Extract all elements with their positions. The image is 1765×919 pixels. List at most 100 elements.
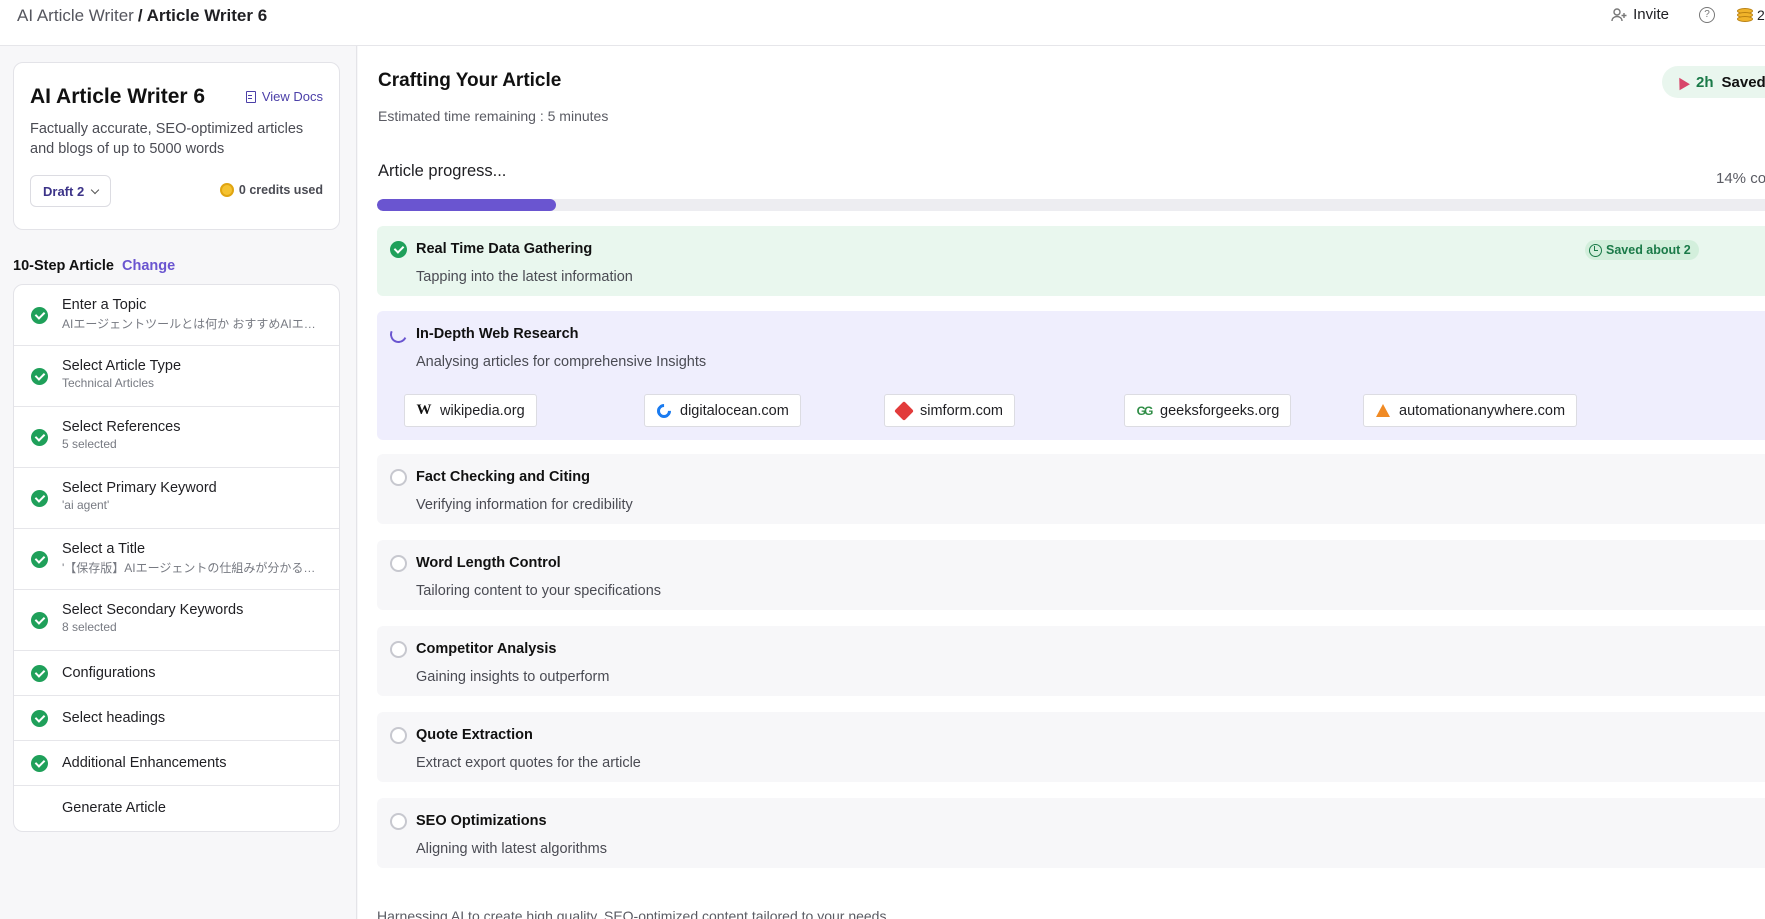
empty-circle-icon: [390, 727, 407, 744]
check-circle-icon: [31, 368, 48, 385]
task-card: Competitor Analysis Gaining insights to o…: [377, 626, 1765, 696]
step-item[interactable]: Select a Title '【保存版】AIエージェントの仕組みが分かる完全ガイ…: [14, 529, 339, 590]
step-item[interactable]: Enter a Topic AIエージェントツールとは何か おすすめAIエージェン…: [14, 285, 339, 346]
step-title: Select headings: [62, 710, 166, 726]
credits-used: 0 credits used: [219, 183, 323, 197]
draft-selector[interactable]: Draft 2: [30, 175, 112, 207]
task-subtitle: Tailoring content to your specifications: [416, 583, 662, 599]
progress-percent: 14% co: [1716, 170, 1765, 187]
source-chip[interactable]: simform.com: [884, 394, 1015, 427]
tool-description: Factually accurate, SEO-optimized articl…: [30, 121, 304, 157]
estimated-time: Estimated time remaining : 5 minutes: [378, 108, 609, 124]
step-item[interactable]: Generate Article: [14, 786, 339, 831]
automationanywhere-icon: [1375, 403, 1391, 419]
check-circle-icon: [31, 429, 48, 446]
check-circle-icon: [31, 755, 48, 772]
footer-note: Harnessing AI to create high quality, SE…: [377, 908, 887, 919]
step-subtitle: 'ai agent': [62, 498, 110, 512]
task-title: Real Time Data Gathering: [416, 241, 593, 257]
main-panel: Crafting Your Article Estimated time rem…: [358, 46, 1765, 919]
loading-spinner-icon: [387, 323, 410, 346]
breadcrumb: AI Article Writer / Article Writer 6: [17, 6, 267, 26]
chevron-down-icon: [90, 185, 100, 194]
step-item[interactable]: Configurations: [14, 651, 339, 696]
step-title: Additional Enhancements: [62, 755, 227, 771]
credits-count: 2: [1757, 6, 1765, 23]
task-card: SEO Optimizations Aligning with latest al…: [377, 798, 1765, 868]
source-name: automationanywhere.com: [1399, 402, 1566, 419]
clock-icon: [1589, 243, 1602, 257]
task-title: Fact Checking and Citing: [416, 469, 591, 485]
change-link[interactable]: Change: [122, 258, 175, 274]
check-circle-icon: [31, 307, 48, 324]
saved-tag: Saved about 2: [1585, 240, 1699, 260]
task-card: In-Depth Web Research Analysing articles …: [377, 311, 1765, 440]
page-title: Crafting Your Article: [378, 70, 562, 91]
task-card: Quote Extraction Extract export quotes fo…: [377, 712, 1765, 782]
coin-icon: [219, 183, 234, 197]
view-docs-link[interactable]: View Docs: [245, 89, 323, 104]
steps-header: 10-Step Article Change: [13, 258, 175, 274]
step-item[interactable]: Select Article Type Technical Articles: [14, 346, 339, 407]
breadcrumb-root[interactable]: AI Article Writer: [17, 6, 134, 25]
invite-button[interactable]: Invite: [1611, 6, 1669, 23]
breadcrumb-current: Article Writer 6: [146, 6, 268, 25]
progress-fill: [377, 199, 557, 211]
top-actions: Invite ? 2: [1611, 6, 1765, 23]
time-saved-value: 2h: [1696, 73, 1714, 91]
party-popper-icon: [1676, 76, 1688, 88]
step-title: Select Primary Keyword: [62, 480, 217, 496]
time-saved-label: Saved: [1721, 73, 1765, 91]
step-subtitle: '【保存版】AIエージェントの仕組みが分かる完全ガイド': [62, 561, 324, 575]
step-title: Enter a Topic: [62, 297, 147, 313]
task-card: Word Length Control Tailoring content to …: [377, 540, 1765, 610]
check-circle-icon: [31, 551, 48, 568]
saved-tag-label: Saved about 2: [1606, 243, 1691, 257]
task-title: Word Length Control: [416, 555, 561, 571]
step-item[interactable]: Additional Enhancements: [14, 741, 339, 786]
draft-label: Draft 2: [43, 183, 85, 199]
step-subtitle: Technical Articles: [62, 376, 155, 390]
source-chip[interactable]: automationanywhere.com: [1363, 394, 1578, 427]
digitalocean-icon: [654, 400, 674, 421]
invite-label: Invite: [1633, 6, 1669, 23]
step-item[interactable]: Select headings: [14, 696, 339, 741]
empty-circle-icon: [390, 555, 407, 572]
source-chip[interactable]: Wwikipedia.org: [404, 394, 537, 427]
source-chip[interactable]: GG geeksforgeeks.org: [1124, 394, 1292, 427]
time-saved-badge: 2h Saved: [1662, 66, 1765, 98]
step-item[interactable]: Select Secondary Keywords 8 selected: [14, 590, 339, 651]
step-subtitle: 5 selected: [62, 437, 117, 451]
step-title: Select Article Type: [62, 358, 182, 374]
empty-circle-icon: [390, 813, 407, 830]
step-subtitle: AIエージェントツールとは何か おすすめAIエージェントツール: [62, 317, 324, 331]
progress-bar: [377, 199, 1765, 211]
sidebar: AI Article Writer 6 View Docs Factually …: [0, 46, 357, 919]
breadcrumb-separator: /: [137, 6, 143, 25]
step-item[interactable]: Select Primary Keyword 'ai agent': [14, 468, 339, 529]
credits-used-label: 0 credits used: [238, 183, 323, 197]
step-subtitle: 8 selected: [62, 620, 117, 634]
steps-title: 10-Step Article: [13, 258, 114, 274]
task-title: SEO Optimizations: [416, 813, 547, 829]
empty-circle-icon: [390, 641, 407, 658]
progress-label: Article progress...: [378, 162, 507, 180]
credits-coins-icon: [1737, 7, 1753, 22]
geeksforgeeks-icon: GG: [1136, 403, 1154, 418]
check-circle-icon: [31, 710, 48, 727]
step-title: Configurations: [62, 665, 156, 681]
steps-list: Enter a Topic AIエージェントツールとは何か おすすめAIエージェン…: [13, 284, 340, 832]
step-title: Select a Title: [62, 541, 146, 557]
view-docs-label: View Docs: [261, 89, 323, 104]
add-user-icon: [1611, 7, 1627, 21]
task-subtitle: Tapping into the latest information: [416, 269, 633, 285]
task-subtitle: Aligning with latest algorithms: [416, 841, 608, 857]
task-subtitle: Gaining insights to outperform: [416, 669, 610, 685]
source-chip[interactable]: digitalocean.com: [644, 394, 801, 427]
check-circle-icon: [31, 490, 48, 507]
help-icon[interactable]: ?: [1699, 6, 1715, 23]
task-subtitle: Analysing articles for comprehensive Ins…: [416, 354, 707, 370]
task-card: Fact Checking and Citing Verifying inform…: [377, 454, 1765, 524]
source-name: geeksforgeeks.org: [1160, 402, 1280, 419]
step-item[interactable]: Select References 5 selected: [14, 407, 339, 468]
